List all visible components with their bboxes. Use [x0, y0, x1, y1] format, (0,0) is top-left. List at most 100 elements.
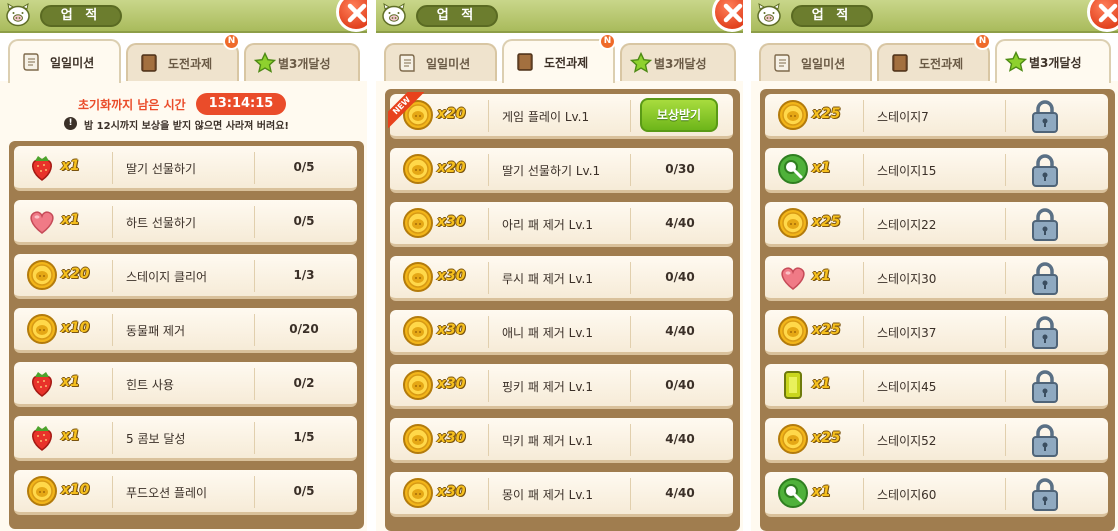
new-ribbon: NEW: [388, 92, 424, 128]
mission-row: x10 푸드오션 플레이 0/5: [14, 470, 357, 515]
divider: [1005, 262, 1006, 294]
pig-logo-icon: [5, 2, 31, 27]
reward-cell: x1: [765, 256, 863, 298]
timer-value: 13:14:15: [196, 93, 286, 115]
panel-title: 업 적: [791, 5, 873, 27]
reward-cell: x25: [765, 310, 863, 352]
mission-name: 동물패 제거: [126, 324, 186, 338]
divider: [112, 422, 113, 454]
divider: [1005, 100, 1006, 132]
tab-daily-mission[interactable]: 일일미션: [8, 39, 121, 83]
divider: [112, 476, 113, 508]
coin-icon: [402, 207, 434, 239]
mission-progress: 0/30: [665, 162, 695, 176]
tab-challenge[interactable]: 도전과제: [126, 43, 239, 81]
reward-quantity: x25: [812, 322, 841, 338]
mission-row: x20 스테이지 클리어 1/3: [14, 254, 357, 299]
divider: [112, 314, 113, 346]
header-bar: 업 적: [376, 0, 743, 33]
gem-icon: [777, 369, 809, 401]
mission-list: x25 스테이지7 x1 스테이지15 x25 스테이지22 x1 스테이지30 x25 스테이지…: [760, 89, 1115, 531]
coin-icon: [402, 153, 434, 185]
mission-name: 힌트 사용: [126, 378, 174, 392]
mission-row: x25 스테이지7: [765, 94, 1108, 139]
divider: [254, 368, 255, 400]
tab-label: 도전과제: [919, 57, 964, 71]
mission-name: 스테이지 클리어: [126, 270, 208, 284]
tab-daily-mission[interactable]: 일일미션: [384, 43, 497, 81]
mission-row: x25 스테이지22: [765, 202, 1108, 247]
reward-cell: x1: [765, 148, 863, 190]
reward-quantity: x30: [437, 430, 466, 446]
divider: [254, 206, 255, 238]
tab-daily-mission[interactable]: 일일미션: [759, 43, 872, 81]
close-button[interactable]: [1087, 0, 1118, 32]
reward-quantity: x30: [437, 214, 466, 230]
reward-quantity: x1: [812, 160, 831, 176]
divider: [488, 262, 489, 294]
mission-row: x30 애니 패 제거 Lv.1 4/40: [390, 310, 733, 355]
mission-name: 루시 패 제거 Lv.1: [502, 272, 593, 286]
mission-name: 몽이 패 제거 Lv.1: [502, 488, 593, 502]
divider: [630, 316, 631, 348]
tab-bar: 일일미션 도전과제 N 별3개달성: [0, 33, 367, 83]
tab-label: 일일미션: [801, 57, 846, 71]
mission-name: 스테이지22: [877, 218, 937, 232]
mission-row: x30 핑키 패 제거 Lv.1 0/40: [390, 364, 733, 409]
mission-row: x30 아리 패 제거 Lv.1 4/40: [390, 202, 733, 247]
mission-progress: 4/40: [665, 324, 695, 338]
tab-challenge[interactable]: 도전과제: [877, 43, 990, 81]
mission-name: 스테이지60: [877, 488, 937, 502]
tab-challenge[interactable]: 도전과제: [502, 39, 615, 83]
close-button[interactable]: [336, 0, 367, 32]
mission-row: x1 스테이지45: [765, 364, 1108, 409]
reward-quantity: x10: [61, 482, 90, 498]
reward-quantity: x20: [437, 106, 466, 122]
lock-icon: [1030, 98, 1060, 134]
coin-icon: [402, 261, 434, 293]
reward-quantity: x1: [812, 484, 831, 500]
coin-icon: [26, 313, 58, 345]
mission-list: x1 딸기 선물하기 0/5 x1 하트 선물하기 0/5 x20 스테이지 클리어 1/3 x1…: [9, 141, 364, 529]
tab-three-star[interactable]: 별3개달성: [995, 39, 1111, 83]
divider: [488, 208, 489, 240]
reward-quantity: x1: [61, 428, 80, 444]
lock-icon: [1030, 152, 1060, 188]
divider: [1005, 208, 1006, 240]
divider: [488, 478, 489, 510]
mission-name: 스테이지7: [877, 110, 929, 124]
divider: [1005, 478, 1006, 510]
mission-row: x20 게임 플레이 Lv.1 보상받기 NEW: [388, 92, 733, 139]
mission-row: x10 동물패 제거 0/20: [14, 308, 357, 353]
mission-list: x20 게임 플레이 Lv.1 보상받기 NEW x20 딸기 선물하기 Lv.1 0/30…: [385, 89, 740, 531]
reward-cell: x10: [14, 470, 112, 512]
tab-three-star[interactable]: 별3개달성: [244, 43, 360, 81]
new-ribbon-label: NEW: [388, 92, 424, 128]
mission-progress: 0/5: [293, 160, 315, 174]
mission-progress: 0/5: [293, 214, 315, 228]
divider: [254, 422, 255, 454]
tab-three-star[interactable]: 별3개달성: [620, 43, 736, 81]
mission-name: 스테이지30: [877, 272, 937, 286]
reward-cell: x30: [390, 202, 488, 244]
reward-quantity: x25: [812, 106, 841, 122]
coin-icon: [402, 423, 434, 455]
new-badge: N: [599, 33, 616, 50]
tab-bar: 일일미션 도전과제 N 별3개달성: [376, 33, 743, 83]
reward-quantity: x1: [61, 212, 80, 228]
content-area: 초기화까지 남은 시간 13:14:15! 밤 12시까지 보상을 받지 않으면 사…: [0, 81, 367, 531]
reward-quantity: x20: [61, 266, 90, 282]
lock-icon: [1030, 422, 1060, 458]
mission-name: 딸기 선물하기 Lv.1: [502, 164, 601, 178]
divider: [488, 370, 489, 402]
reward-cell: x1: [14, 416, 112, 458]
divider: [254, 260, 255, 292]
pig-logo-icon: [381, 2, 407, 27]
timer-label: 초기화까지 남은 시간: [78, 98, 186, 112]
header-bar: 업 적: [0, 0, 367, 33]
close-button[interactable]: [712, 0, 743, 32]
divider: [863, 478, 864, 510]
coin-icon: [402, 477, 434, 509]
claim-reward-button[interactable]: 보상받기: [640, 98, 718, 132]
coin-icon: [777, 99, 809, 131]
